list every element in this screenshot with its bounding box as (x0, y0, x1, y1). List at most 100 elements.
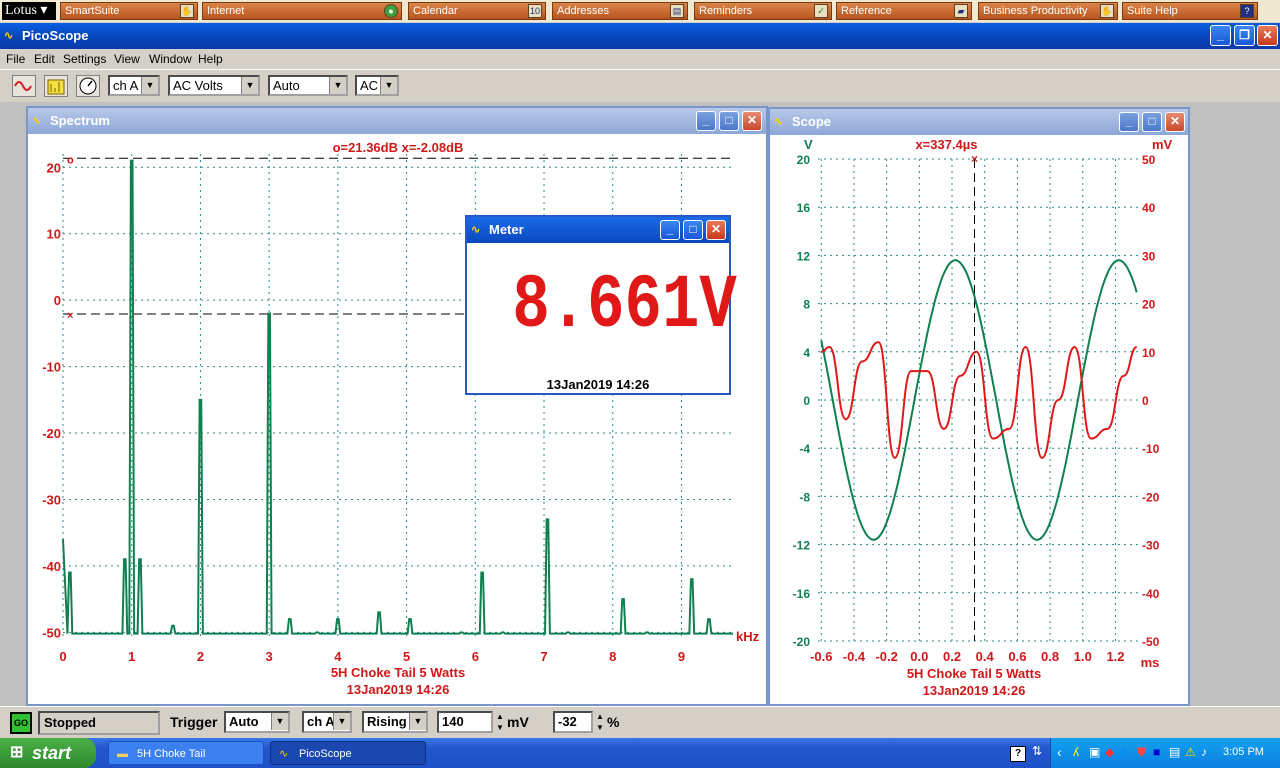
calendar-label: Calendar (413, 5, 458, 17)
tray-display-icon[interactable]: ■ (1153, 745, 1160, 759)
meter-window[interactable]: ∿ Meter _ □ ✕ 8.661V 13Jan2019 14:26 (465, 215, 737, 395)
suite-help-button[interactable]: Suite Help? (1122, 2, 1258, 20)
meter-timestamp: 13Jan2019 14:26 (546, 377, 650, 392)
picoscope-app-icon: ∿ (4, 30, 14, 42)
scope-window[interactable]: ∿ Scope _ □ ✕ -0.6 -0.4 -0.2 0.0 0.2 0.4 0.6 0.… (768, 107, 1190, 706)
spectrum-peak (172, 624, 174, 627)
calendar-icon: 10 (528, 4, 542, 18)
trigger-level-input[interactable]: 140 (437, 711, 493, 733)
scope-maximize-button[interactable]: □ (1142, 112, 1162, 132)
tray-network-icon[interactable]: ▤ (1169, 745, 1180, 759)
trigger-label: Trigger (170, 714, 218, 730)
meter-view-button[interactable] (76, 75, 100, 97)
spectrum-window[interactable]: ∿ Spectrum _ □ ✕ 0 1 2 3 4 5 6 7 8 9 20 10 0 -10 -20 -3… (26, 106, 768, 706)
meter-minimize-button[interactable]: _ (660, 220, 680, 240)
internet-button[interactable]: Internet ● (202, 2, 402, 20)
smartsuite-button[interactable]: SmartSuite ✋ (60, 2, 198, 20)
x-tick-label: 4 (334, 649, 342, 664)
spectrum-peak (501, 631, 504, 634)
trigger-level-spinner[interactable]: ▲ ▼ (494, 711, 506, 733)
scope-chart[interactable]: -0.6 -0.4 -0.2 0.0 0.2 0.4 0.6 0.8 1.0 1.2 20 50 16 4… (770, 135, 1188, 704)
trigger-mode-select[interactable]: Auto ▼ (224, 711, 290, 733)
smartsuite-bar: Lotus ▾ SmartSuite ✋ Internet ● Calendar 10… (0, 0, 1280, 22)
spectrum-peak (567, 631, 569, 634)
spectrum-maximize-button[interactable]: □ (719, 111, 739, 131)
lotus-logo-label: Lotus (5, 3, 37, 18)
spectrum-view-button[interactable] (44, 75, 68, 97)
x-tick-label: 2 (197, 649, 204, 664)
scope-cursor-readout: x=337.4µs (915, 137, 977, 152)
run-status: Stopped (38, 711, 160, 735)
start-button[interactable]: ⊞ start (0, 738, 96, 768)
spectrum-peak (337, 618, 339, 620)
app-restore-button[interactable]: ❐ (1234, 25, 1255, 46)
scope-title-bar[interactable]: ∿ Scope _ □ ✕ (770, 109, 1188, 135)
business-productivity-button[interactable]: Business Productivity ✋ (978, 2, 1118, 20)
meter-maximize-button[interactable]: □ (683, 220, 703, 240)
menu-help[interactable]: Help (198, 52, 223, 66)
spectrum-minimize-button[interactable]: _ (696, 111, 716, 131)
network-icon[interactable]: ⇅ (1032, 744, 1042, 758)
spectrum-peak (708, 618, 710, 620)
menu-settings[interactable]: Settings (63, 52, 106, 66)
y-left-tick-label: -20 (793, 635, 811, 649)
y-right-tick-label: 30 (1142, 249, 1156, 263)
mode-select[interactable]: AC Volts ▼ (168, 75, 260, 96)
coupling-value: AC (360, 78, 379, 93)
spectrum-peak (124, 558, 126, 561)
menu-edit[interactable]: Edit (34, 52, 55, 66)
calendar-button[interactable]: Calendar 10 (408, 2, 546, 20)
spectrum-title-bar[interactable]: ∿ Spectrum _ □ ✕ (28, 108, 766, 134)
menu-view[interactable]: View (114, 52, 140, 66)
scope-close-button[interactable]: ✕ (1165, 112, 1185, 132)
tray-monitor-icon[interactable]: ▣ (1089, 745, 1100, 759)
lotus-menu-button[interactable]: Lotus ▾ (2, 2, 56, 20)
meter-title-bar[interactable]: ∿ Meter _ □ ✕ (467, 217, 729, 243)
app-minimize-button[interactable]: _ (1210, 25, 1231, 46)
x-tick-label: 3 (266, 649, 273, 664)
spectrum-footer-timestamp: 13Jan2019 14:26 (347, 682, 450, 697)
suite-help-label: Suite Help (1127, 5, 1178, 17)
coupling-select[interactable]: AC ▼ (355, 75, 399, 96)
left-unit-label: V (804, 137, 813, 152)
picoscope-app-icon: ∿ (32, 115, 42, 127)
volume-icon[interactable]: ♪ (1201, 745, 1207, 759)
help-icon[interactable]: ? (1010, 746, 1026, 762)
y-left-tick-label: -12 (793, 539, 811, 553)
go-button[interactable]: GO (10, 712, 32, 734)
scope-minimize-button[interactable]: _ (1119, 112, 1139, 132)
globe-icon: ● (384, 4, 398, 18)
y-right-tick-label: -30 (1142, 539, 1160, 553)
tray-shield-icon[interactable]: ◆ (1105, 745, 1114, 759)
tray-security-icon[interactable]: ⛊ (1137, 745, 1146, 760)
trigger-edge-select[interactable]: Rising ▼ (362, 711, 428, 733)
meter-close-button[interactable]: ✕ (706, 220, 726, 240)
reference-button[interactable]: Reference ▰ (836, 2, 972, 20)
menu-file[interactable]: File (6, 52, 25, 66)
spectrum-close-button[interactable]: ✕ (742, 111, 762, 131)
app-title-bar[interactable]: ∿ PicoScope _ ❐ ✕ (0, 23, 1280, 49)
menu-window[interactable]: Window (149, 52, 192, 66)
chevron-left-icon[interactable]: ‹ (1057, 744, 1062, 760)
chevron-down-icon: ▼ (271, 713, 288, 730)
pretrigger-spinner[interactable]: ▲ ▼ (594, 711, 606, 733)
scope-view-button[interactable] (12, 75, 36, 97)
chevron-down-icon: ▼ (329, 77, 346, 94)
pretrigger-input[interactable]: -32 (553, 711, 593, 733)
spectrum-peak (199, 399, 202, 401)
reminders-button[interactable]: Reminders ✓ (694, 2, 832, 20)
app-close-button[interactable]: ✕ (1257, 25, 1278, 46)
y-left-tick-label: 12 (797, 249, 811, 263)
channel-select[interactable]: ch A ▼ (108, 75, 160, 96)
warning-icon[interactable]: ⚠ (1185, 745, 1196, 759)
addresses-button[interactable]: Addresses ▤ (552, 2, 688, 20)
bluetooth-icon[interactable]: ᛒ (1121, 745, 1128, 759)
task-choke-tail[interactable]: ▬ 5H Choke Tail (108, 741, 264, 765)
tray-app-icon[interactable]: ʎ (1073, 745, 1079, 759)
task-picoscope[interactable]: ∿ PicoScope (270, 741, 426, 765)
range-select[interactable]: Auto ▼ (268, 75, 348, 96)
menu-bar: File Edit Settings View Window Help (0, 49, 1280, 68)
trigger-channel-value: ch A (307, 714, 335, 729)
trigger-channel-select[interactable]: ch A ▼ (302, 711, 352, 733)
clock[interactable]: 3:05 PM (1223, 746, 1264, 758)
